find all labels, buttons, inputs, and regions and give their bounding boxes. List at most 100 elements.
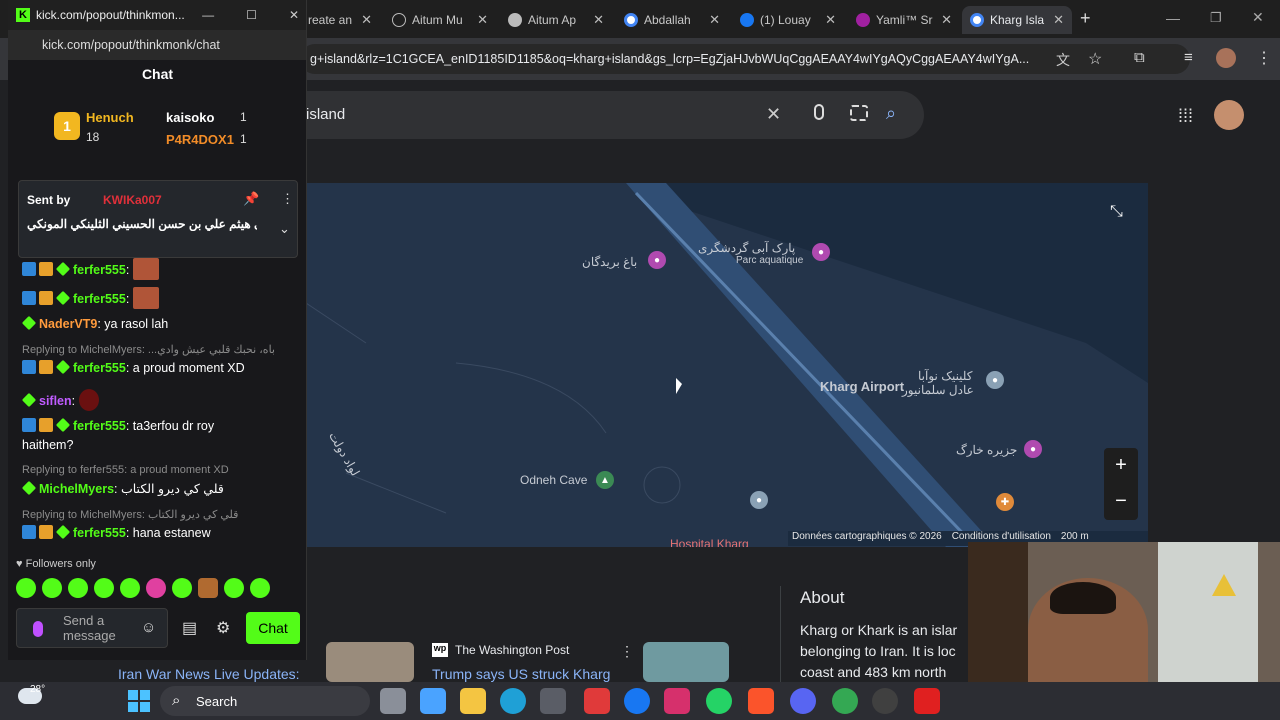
minimize-icon[interactable]: — — [1166, 10, 1180, 26]
edge-icon[interactable] — [500, 688, 526, 714]
map-label-hospital[interactable]: Hospital Kharg — [670, 537, 749, 547]
news-thumbnail[interactable] — [643, 642, 729, 682]
app-icon[interactable] — [584, 688, 610, 714]
bookmark-star-icon[interactable]: ☆ — [1088, 49, 1102, 69]
more-options-icon[interactable]: ⋮ — [281, 191, 294, 207]
new-tab-button[interactable]: + — [1080, 8, 1091, 29]
gear-icon[interactable]: ⚙ — [216, 618, 230, 638]
reply-context[interactable]: Replying to MichelMyers: ...باه، نحبك قل… — [22, 343, 302, 356]
profile-avatar[interactable] — [1216, 48, 1236, 68]
emote-icon[interactable] — [42, 578, 62, 598]
map-label-aqua-fa[interactable]: پارک آبی گردشگری — [698, 241, 795, 255]
minimize-icon[interactable]: — — [202, 8, 214, 22]
news-source[interactable]: The Washington Post — [455, 643, 569, 657]
zoom-out-button[interactable]: − — [1104, 484, 1138, 520]
tab-aitum-ap[interactable]: Aitum Ap ✕ — [500, 6, 612, 34]
leaderboard-name[interactable]: P4R4DOX1 — [166, 132, 234, 147]
windows-start-icon[interactable] — [128, 690, 150, 712]
emote-icon[interactable] — [172, 578, 192, 598]
emote-icon[interactable] — [120, 578, 140, 598]
browser-menu-icon[interactable]: ⋮ — [1256, 48, 1272, 68]
discord-icon[interactable] — [790, 688, 816, 714]
island-pin-icon[interactable]: ● — [1024, 440, 1042, 458]
task-view-icon[interactable] — [380, 688, 406, 714]
close-tab-icon[interactable]: ✕ — [941, 12, 952, 28]
message-input[interactable]: Send a message ☺ — [16, 608, 168, 648]
map-label-airport[interactable]: Kharg Airport — [820, 379, 904, 394]
chevron-down-icon[interactable]: ⌄ — [279, 221, 290, 237]
emote-icon[interactable] — [146, 578, 166, 598]
close-window-icon[interactable]: ✕ — [289, 8, 299, 22]
emote-icon[interactable] — [198, 578, 218, 598]
tab-aitum-mu[interactable]: Aitum Mu ✕ — [384, 6, 496, 34]
restaurant-pin-icon[interactable]: ✚ — [996, 493, 1014, 511]
map-label-island[interactable]: جزیره خارگ — [956, 443, 1017, 457]
map-view[interactable]: Kharg Airport Odneh Cave ▲ پارک آبی گردش… — [306, 183, 1148, 547]
clinic-pin-icon[interactable]: ● — [986, 371, 1004, 389]
news-menu-icon[interactable]: ⋮ — [620, 643, 634, 660]
fullscreen-exit-icon[interactable]: ⤡ — [1110, 203, 1123, 221]
emote-icon[interactable] — [68, 578, 88, 598]
news-thumbnail[interactable] — [326, 642, 414, 682]
tab-louay[interactable]: (1) Louay ✕ — [732, 6, 844, 34]
m365-icon[interactable] — [420, 688, 446, 714]
lens-search-icon[interactable] — [850, 105, 868, 121]
search-box[interactable]: island ✕ ⌕ — [296, 91, 924, 139]
clear-search-icon[interactable]: ✕ — [766, 104, 781, 125]
garden-pin-icon[interactable]: ● — [648, 251, 666, 269]
send-chat-button[interactable]: Chat — [246, 612, 300, 644]
tab-abdallah[interactable]: Abdallah ✕ — [616, 6, 728, 34]
zoom-in-button[interactable]: + — [1104, 448, 1138, 484]
store-icon[interactable]: ▤ — [182, 618, 197, 638]
facebook-icon[interactable] — [624, 688, 650, 714]
close-window-icon[interactable]: ✕ — [1252, 9, 1264, 26]
kick-url-bar[interactable]: kick.com/popout/thinkmonk/chat — [8, 30, 306, 60]
tab-create[interactable]: reate an ✕ — [300, 6, 380, 34]
obs-icon[interactable] — [872, 688, 898, 714]
file-explorer-icon[interactable] — [460, 688, 486, 714]
close-tab-icon[interactable]: ✕ — [477, 12, 488, 28]
leaderboard-name[interactable]: Henuch — [86, 110, 134, 125]
tab-kharg-island[interactable]: Kharg Isla ✕ — [962, 6, 1072, 34]
brave-icon[interactable] — [748, 688, 774, 714]
apps-grid-icon[interactable]: ⁞⁞⁞ — [1178, 106, 1193, 127]
reply-context[interactable]: Replying to ferfer555: a proud moment XD — [22, 464, 302, 476]
taskbar-search[interactable]: ⌕ Search — [160, 686, 370, 716]
close-tab-icon[interactable]: ✕ — [709, 12, 720, 28]
emote-icon[interactable] — [224, 578, 244, 598]
chrome-icon[interactable] — [832, 688, 858, 714]
map-label-cave[interactable]: Odneh Cave — [520, 473, 587, 487]
emote-icon[interactable] — [250, 578, 270, 598]
aqua-park-pin-icon[interactable]: ● — [812, 243, 830, 261]
close-tab-icon[interactable]: ✕ — [593, 12, 604, 28]
media-controls-icon[interactable]: ≡ — [1184, 49, 1193, 66]
tab-yamli[interactable]: Yamli™ Sr ✕ — [848, 6, 960, 34]
pinned-author[interactable]: KWIKa007 — [103, 193, 162, 207]
whatsapp-icon[interactable] — [706, 688, 732, 714]
extensions-icon[interactable]: ⧉ — [1134, 49, 1145, 66]
emote-icon[interactable] — [94, 578, 114, 598]
store-app-icon[interactable] — [540, 688, 566, 714]
search-icon[interactable]: ⌕ — [886, 103, 896, 124]
news-headline[interactable]: Trump says US struck Kharg — [432, 666, 610, 682]
youtube-icon[interactable] — [914, 688, 940, 714]
leaderboard-name[interactable]: kaisoko — [166, 110, 214, 125]
news-headline[interactable]: Iran War News Live Updates: — [118, 666, 300, 682]
pinned-message[interactable]: Sent by KWIKa007 مجتبى هيثم علي بن حسن ا… — [18, 180, 298, 258]
map-label-garden[interactable]: باغ بریدگان — [582, 255, 637, 269]
instagram-icon[interactable] — [664, 688, 690, 714]
close-tab-icon[interactable]: ✕ — [361, 12, 372, 28]
google-account-avatar[interactable] — [1214, 100, 1244, 130]
map-label-clinic[interactable]: کلینیک نوآبا — [918, 369, 973, 383]
reply-context[interactable]: Replying to MichelMyers: قلي كي ديرو الك… — [22, 508, 302, 521]
pin-icon[interactable]: 📌 — [243, 191, 259, 207]
close-tab-icon[interactable]: ✕ — [1053, 12, 1064, 28]
emoji-icon[interactable]: ☺ — [141, 619, 156, 636]
microphone-icon[interactable] — [33, 621, 43, 637]
search-query[interactable]: island — [306, 106, 345, 123]
restore-icon[interactable]: ❐ — [1210, 10, 1222, 26]
school-pin-icon[interactable]: ● — [750, 491, 768, 509]
close-tab-icon[interactable]: ✕ — [825, 12, 836, 28]
emote-icon[interactable] — [16, 578, 36, 598]
maximize-icon[interactable]: ☐ — [246, 8, 257, 22]
